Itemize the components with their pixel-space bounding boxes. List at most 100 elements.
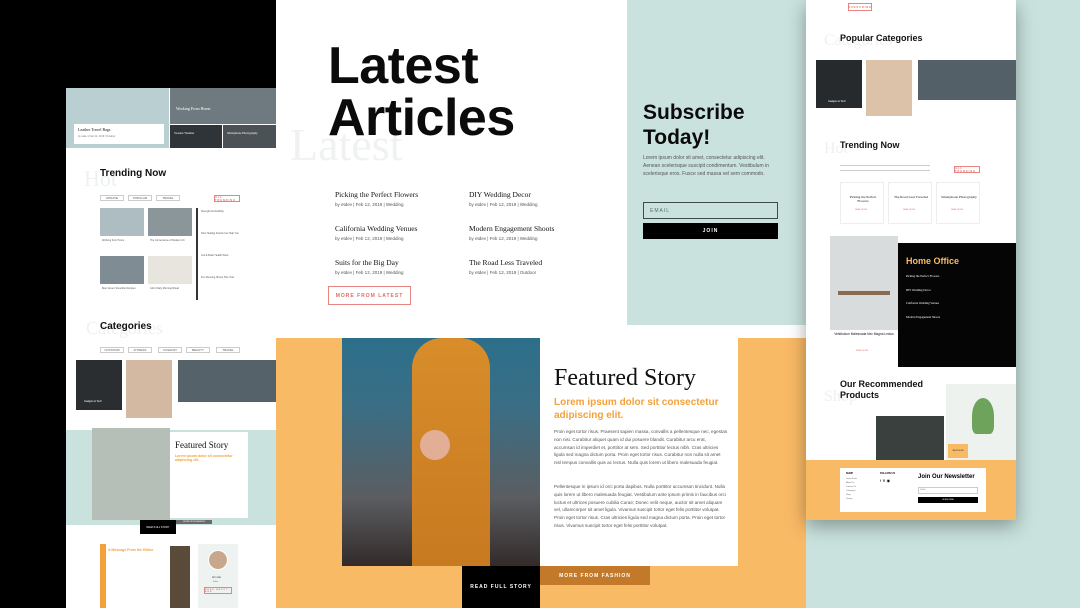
list-divider <box>196 208 198 300</box>
subscribe-panel: Subscribe Today! Lorem ipsum dolor sit a… <box>627 0 806 325</box>
article-meta: by etdev | Feb 12, 2019 | Wedding <box>335 202 404 207</box>
subscribe-title: Subscribe Today! <box>643 100 745 150</box>
subscribe-title-line2: Today! <box>643 126 711 149</box>
chip-update[interactable]: UPDATE <box>100 195 124 201</box>
footer-link[interactable]: Latest Posts <box>846 478 857 480</box>
cat-card-travel[interactable] <box>178 360 276 402</box>
chip-travel[interactable]: TRAVEL <box>156 195 180 201</box>
featured-subtitle: Lorem ipsum dolor sit consectetur adipis… <box>554 397 719 421</box>
article-title[interactable]: California Wedding Venues <box>335 224 417 233</box>
article-meta: by etdev | Feb 12, 2019 | Wedding <box>469 202 538 207</box>
cat-beauty[interactable] <box>866 60 912 116</box>
chip-popular[interactable]: POPULAR <box>128 195 152 201</box>
hero-right-title[interactable]: Working From Home <box>176 106 210 111</box>
office-item[interactable]: Modern Engagement Shoots <box>906 315 940 319</box>
social-icons[interactable]: f ✕ ◉ <box>880 478 890 483</box>
article-title[interactable]: Picking the Perfect Flowers <box>335 190 418 199</box>
email-placeholder: EMAIL <box>650 208 671 214</box>
more-from-latest-button[interactable]: MORE FROM LATEST <box>328 286 411 305</box>
read-full-story-button[interactable]: READ FULL STORY <box>462 566 540 608</box>
more-from-fashion-button[interactable]: MORE FROM FASHION <box>540 566 650 585</box>
newsletter-title: Join Our Newsletter <box>918 474 975 480</box>
footer-card: SHOP Latest Posts About Us Contact Us Ca… <box>840 468 986 512</box>
cat-chip-travel[interactable]: TRAVEL <box>216 347 240 353</box>
editor-image <box>170 546 190 608</box>
article-title[interactable]: Suits for the Big Day <box>335 258 399 267</box>
hero-card[interactable]: Leather Travel Bags by etdev | Feb 12, 2… <box>74 124 164 144</box>
cat-gadgets-label: Gadgets & Tech <box>828 100 846 103</box>
featured-para1: Proin eget tortor risus. Praesent sapien… <box>554 429 728 466</box>
cat-card-beauty[interactable] <box>126 360 172 418</box>
list-item-4[interactable]: Fun Running Shoes This Year <box>201 276 234 279</box>
read-more-link[interactable]: READ MORE <box>951 209 963 211</box>
list-item-2[interactable]: How Healing Foods Can Help You <box>201 232 239 235</box>
subscribe-tag[interactable]: SUBSCRIBE <box>848 3 872 11</box>
article-title[interactable]: The Road Less Traveled <box>469 258 542 267</box>
thumb-smartphone[interactable]: Smartphone Photography <box>223 125 276 148</box>
all-trending-button[interactable]: ALL TRENDING <box>954 166 980 173</box>
featured-title: Featured Story <box>554 365 696 391</box>
subscribe-title-line1: Subscribe <box>643 101 745 124</box>
cat-travel[interactable] <box>918 60 1016 100</box>
page-title: Latest Articles <box>328 40 515 144</box>
grid-img-3[interactable] <box>100 256 144 284</box>
editor-accent <box>100 544 106 608</box>
trending-card[interactable]: Smartphone Photography READ MORE <box>936 182 980 224</box>
desk-shape <box>838 291 890 295</box>
footer-link[interactable]: Privacy <box>846 498 853 500</box>
article-title[interactable]: Modern Engagement Shoots <box>469 224 554 233</box>
trending-title: Trending Now <box>100 168 167 179</box>
join-button[interactable]: JOIN <box>643 223 778 239</box>
office-item[interactable]: California Wedding Venues <box>906 301 939 305</box>
grid-item-1[interactable]: Working from Home <box>102 239 124 242</box>
trending-title: Trending Now <box>840 140 900 150</box>
home-office-panel: Home Office Picking the Perfect Flowers … <box>898 243 1016 367</box>
trending-card[interactable]: The Road Less Traveled READ MORE <box>888 182 932 224</box>
grid-img-4[interactable] <box>148 256 192 284</box>
cat-chip-outdoor[interactable]: OUTDOOR <box>100 347 124 353</box>
hero-card-meta: by etdev | Feb 12, 2019 | Outdoor <box>78 135 116 138</box>
email-input[interactable]: EMAIL <box>643 202 778 219</box>
cat-chip-beauty[interactable]: BEAUTY <box>186 347 210 353</box>
newsletter-subscribe-button[interactable]: SUBSCRIBE <box>918 497 978 503</box>
office-read-more[interactable]: READ MORE <box>856 350 868 352</box>
footer-link[interactable]: About Us <box>846 482 854 484</box>
newsletter-email[interactable]: EMAIL <box>918 487 978 494</box>
trending-card-title: The Road Less Traveled <box>893 195 929 199</box>
mini-read-button[interactable]: READ FULL STORY <box>140 520 176 534</box>
cat-chip-fitness[interactable]: FITNESS <box>128 347 152 353</box>
hero-image-right: Working From Home <box>170 88 276 124</box>
grid-img-1[interactable] <box>100 208 144 236</box>
office-item[interactable]: Picking the Perfect Flowers <box>906 274 939 278</box>
grid-item-4[interactable]: Life's Daily Morning Ritual <box>150 287 179 290</box>
shop-now-button[interactable]: SHOP NOW <box>948 444 968 458</box>
grid-img-2[interactable] <box>148 208 192 236</box>
cat-gadgets[interactable]: Gadgets & Tech <box>816 60 862 108</box>
footer-link[interactable]: Contact Us <box>846 486 856 488</box>
office-item[interactable]: DIY Wedding Decor <box>906 288 931 292</box>
read-more-link[interactable]: READ MORE <box>903 209 915 211</box>
featured-image <box>342 338 540 566</box>
thumb-sweater[interactable]: Sweater Weather <box>170 125 222 148</box>
categories-title: Categories <box>100 321 152 332</box>
footer-link[interactable]: Shop <box>846 494 851 496</box>
trending-tabs[interactable] <box>840 165 930 171</box>
list-item-1[interactable]: Strength & Flexibility <box>201 210 224 213</box>
all-trending-button[interactable]: ALL TRENDING <box>214 195 240 202</box>
article-title[interactable]: DIY Wedding Decor <box>469 190 531 199</box>
mini-fashion-button[interactable]: MORE FROM FASHION <box>176 520 212 524</box>
read-more-link[interactable]: READ MORE <box>855 209 867 211</box>
article-meta: by etdev | Feb 12, 2019 | Wedding <box>335 236 404 241</box>
cat-card-gadgets[interactable]: Gadgets & Tech <box>76 360 122 410</box>
office-image <box>830 236 898 330</box>
cat-chip-fashion[interactable]: FASHION <box>158 347 182 353</box>
footer-link[interactable]: Categories <box>846 490 856 492</box>
product-lamp[interactable] <box>876 416 944 464</box>
grid-item-2[interactable]: The Cornerstone of Modern Art <box>150 239 184 242</box>
article-meta: by etdev | Feb 12, 2019 | Outdoor <box>469 270 537 275</box>
list-item-3[interactable]: Gut & Brain Health Work <box>201 254 228 257</box>
grid-item-3[interactable]: Best Green Smoothie Recipes <box>102 287 136 290</box>
home-office-title: Home Office <box>906 256 960 266</box>
trending-card[interactable]: Picking the Perfect Flowers READ MORE <box>840 182 884 224</box>
about-button[interactable]: READ ABOUT ANN <box>204 587 232 594</box>
